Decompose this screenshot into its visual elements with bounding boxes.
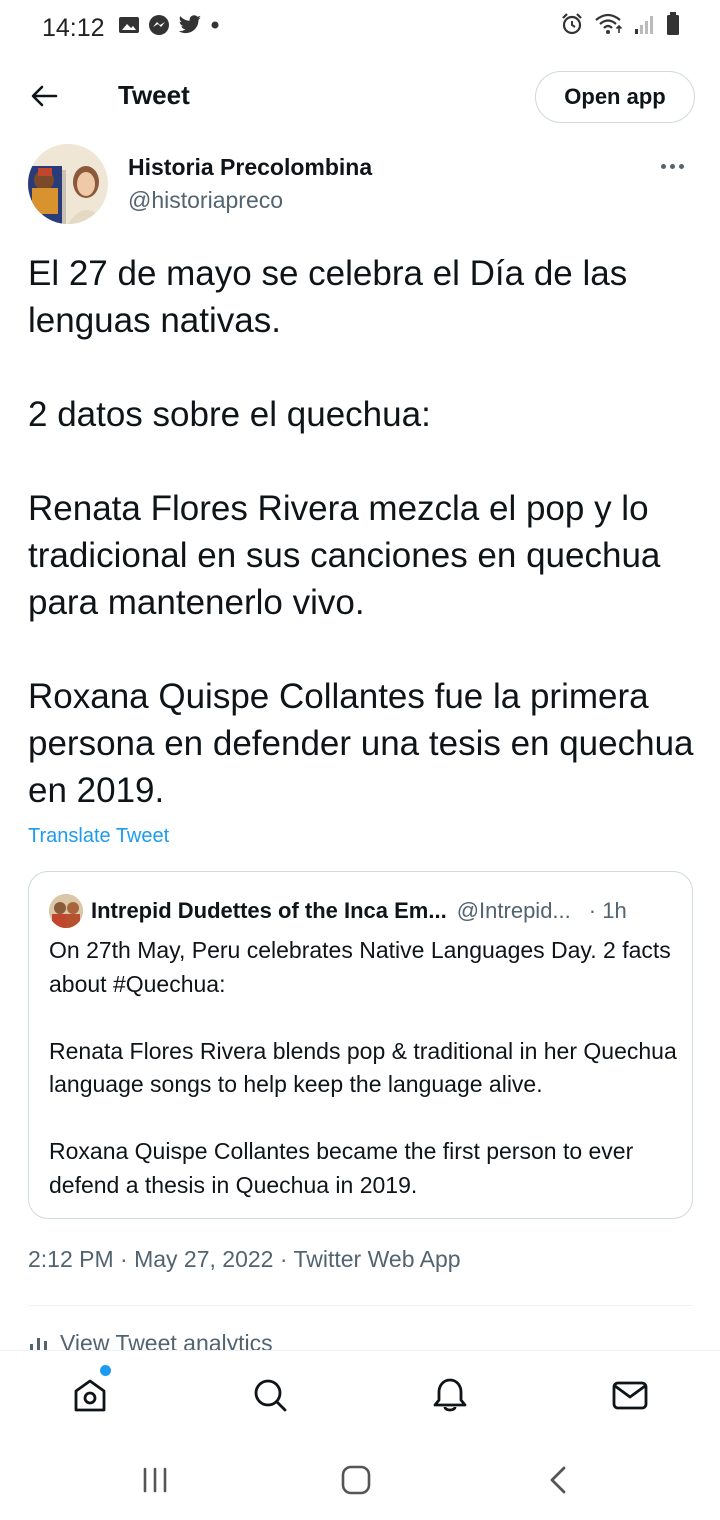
tweet-header: Tweet Open app [0, 62, 720, 132]
quoted-avatar [49, 894, 83, 928]
quoted-tweet[interactable]: Intrepid Dudettes of the Inca Em... @Int… [28, 871, 693, 1219]
quoted-paragraph: On 27th May, Peru celebrates Native Lang… [49, 937, 671, 997]
tweet-paragraph: Renata Flores Rivera mezcla el pop y lo … [28, 489, 661, 622]
page-title: Tweet [118, 80, 190, 110]
nav-notifications[interactable] [428, 1373, 472, 1417]
notifications-icon [433, 1378, 467, 1412]
wifi-icon [595, 13, 623, 34]
quoted-time: · 1h [588, 898, 627, 923]
nav-home[interactable] [68, 1373, 112, 1417]
status-right-icons [560, 12, 680, 36]
notification-dot [100, 1365, 111, 1376]
recent-apps-icon [143, 1467, 167, 1493]
dot-icon [211, 21, 219, 29]
back-system-button[interactable] [537, 1458, 581, 1502]
twitter-icon [178, 15, 201, 34]
back-system-icon [550, 1466, 566, 1494]
home-icon [74, 1379, 106, 1412]
quoted-paragraph: Renata Flores Rivera blends pop & tradit… [49, 1037, 677, 1098]
avatar-image [28, 144, 108, 224]
quoted-author-handle: @Intrepid... [456, 898, 571, 923]
arrow-left-icon [31, 85, 58, 107]
status-left-icons [118, 14, 220, 36]
quoted-tweet-header: Intrepid Dudettes of the Inca Em... @Int… [49, 894, 674, 928]
tweet-text: El 27 de mayo se celebra el Día de las l… [28, 250, 698, 814]
alarm-icon [562, 13, 582, 35]
more-options-button[interactable] [652, 154, 692, 178]
tweet-author: Historia Precolombina @historiapreco [28, 144, 692, 228]
tweet-paragraph: El 27 de mayo se celebra el Día de las l… [28, 254, 628, 340]
messenger-icon [149, 15, 169, 35]
gallery-icon [119, 17, 139, 33]
quoted-paragraph: Roxana Quispe Collantes became the first… [49, 1138, 634, 1198]
more-icon-dot [660, 163, 666, 169]
back-button[interactable] [24, 76, 64, 116]
system-nav-bar [0, 1440, 720, 1520]
open-app-button[interactable]: Open app [535, 71, 695, 123]
battery-icon [667, 12, 679, 35]
search-icon [254, 1379, 287, 1412]
author-handle[interactable]: @historiapreco [128, 187, 283, 214]
more-icon-dot [669, 163, 675, 169]
signal-icon [635, 16, 653, 34]
tweet-paragraph: Roxana Quispe Collantes fue la primera p… [28, 677, 694, 810]
status-bar: 14:12 [0, 0, 720, 56]
divider [28, 1305, 693, 1306]
home-system-icon [341, 1465, 371, 1495]
view-analytics-link[interactable]: View Tweet analytics [28, 1330, 692, 1350]
analytics-icon [30, 1338, 47, 1350]
quoted-avatar-image [49, 894, 83, 928]
home-system-button[interactable] [334, 1458, 378, 1502]
nav-search[interactable] [248, 1373, 292, 1417]
more-icon-dot [678, 163, 684, 169]
recent-apps-button[interactable] [133, 1458, 177, 1502]
translate-tweet-link[interactable]: Translate Tweet [28, 825, 169, 848]
tweet-paragraph: 2 datos sobre el quechua: [28, 395, 431, 434]
author-name[interactable]: Historia Precolombina [128, 154, 372, 181]
status-time: 14:12 [42, 14, 105, 42]
bottom-nav [0, 1350, 720, 1440]
quoted-author-name: Intrepid Dudettes of the Inca Em... [91, 898, 447, 923]
quoted-tweet-text: On 27th May, Peru celebrates Native Lang… [49, 934, 679, 1202]
avatar[interactable] [28, 144, 108, 224]
tweet-timestamp: 2:12 PM · May 27, 2022 · Twitter Web App [28, 1246, 461, 1272]
nav-messages[interactable] [608, 1373, 652, 1417]
analytics-label: View Tweet analytics [60, 1330, 273, 1350]
messages-icon [612, 1381, 648, 1410]
